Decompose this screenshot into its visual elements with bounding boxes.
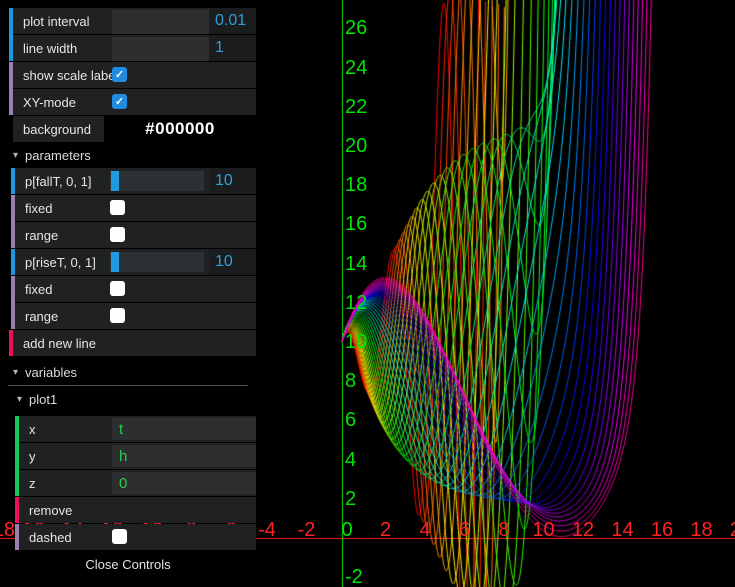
dashed-label: dashed [29,530,72,545]
riseT-range-label: range [25,309,58,324]
fallT-value[interactable]: 10 [209,168,256,194]
line-width-value[interactable]: 1 [209,35,256,61]
controls-panel: plot interval 0.01 line width 1 show sca… [0,8,256,572]
group-fallT-options: fixed range [11,195,256,248]
row-riseT[interactable]: p[riseT, 0, 1] 10 [15,249,256,275]
add-new-line-label: add new line [23,336,96,351]
riseT-slider-thumb[interactable] [111,252,119,272]
row-y-expression[interactable]: y h [19,443,256,469]
fallT-label: p[fallT, 0, 1] [25,174,91,189]
group-plot-settings: plot interval 0.01 line width 1 [9,8,256,61]
close-controls-button[interactable]: Close Controls [0,557,256,572]
plot-interval-label: plot interval [23,14,89,29]
row-fallT-fixed[interactable]: fixed [15,195,256,221]
collapse-icon-plot1[interactable]: ▾ [17,394,22,405]
group-plot1-expressions: x t y h z 0 [15,416,256,496]
z-expression-label: z [29,476,36,491]
row-z-expression[interactable]: z 0 [19,470,256,496]
remove-label: remove [29,503,72,518]
show-scale-label-label: show scale label [23,68,118,83]
y-expression-label: y [29,449,36,464]
group-display-toggles: show scale label ✓ XY-mode ✓ [9,62,256,115]
row-x-expression[interactable]: x t [19,416,256,442]
plot1-header-label: plot1 [29,392,57,407]
x-expression-input[interactable]: t [112,418,256,440]
row-xy-mode[interactable]: XY-mode ✓ [13,89,256,115]
parameters-header-label: parameters [25,148,91,163]
line-width-input[interactable] [112,37,211,61]
riseT-fixed-checkbox[interactable] [110,281,125,296]
variables-section-header[interactable]: ▾ variables [13,363,256,381]
riseT-slider[interactable] [110,252,204,272]
plot1-section-header[interactable]: ▾ plot1 [17,390,256,408]
group-riseT-slider: p[riseT, 0, 1] 10 [11,249,256,275]
parameters-section-header[interactable]: ▾ parameters [13,146,256,164]
row-fallT-range[interactable]: range [15,222,256,248]
add-new-line-button[interactable]: add new line [13,330,256,356]
group-add-new-line: add new line [9,330,256,356]
row-riseT-range[interactable]: range [15,303,256,329]
row-fallT[interactable]: p[fallT, 0, 1] 10 [15,168,256,194]
row-background[interactable]: background #000000 [13,116,256,142]
row-riseT-fixed[interactable]: fixed [15,276,256,302]
group-remove: remove [15,497,256,523]
row-show-scale-label[interactable]: show scale label ✓ [13,62,256,88]
collapse-icon-parameters[interactable]: ▾ [13,150,18,161]
collapse-icon-variables[interactable]: ▾ [13,367,18,378]
xy-mode-label: XY-mode [23,95,76,110]
fallT-slider-thumb[interactable] [111,171,119,191]
background-label: background [23,122,91,137]
z-expression-input[interactable]: 0 [112,472,256,494]
row-dashed[interactable]: dashed [19,524,256,550]
y-expression-input[interactable]: h [112,445,256,467]
fallT-fixed-label: fixed [25,201,52,216]
row-line-width[interactable]: line width 1 [13,35,256,61]
fallT-fixed-checkbox[interactable] [110,200,125,215]
x-expression-label: x [29,422,36,437]
variables-header-label: variables [25,365,77,380]
line-width-label: line width [23,41,77,56]
riseT-fixed-label: fixed [25,282,52,297]
background-color-swatch[interactable]: #000000 [104,116,256,142]
riseT-value[interactable]: 10 [209,249,256,275]
xy-mode-checkbox[interactable]: ✓ [112,94,127,109]
group-dashed: dashed [15,524,256,550]
fallT-slider[interactable] [110,171,204,191]
section-divider [8,385,248,386]
group-background: background #000000 [9,116,256,142]
show-scale-label-checkbox[interactable]: ✓ [112,67,127,82]
dashed-checkbox[interactable] [112,529,127,544]
fallT-range-label: range [25,228,58,243]
plot-interval-input[interactable] [112,10,211,34]
group-fallT-slider: p[fallT, 0, 1] 10 [11,168,256,194]
riseT-label: p[riseT, 0, 1] [25,255,96,270]
riseT-range-checkbox[interactable] [110,308,125,323]
group-riseT-options: fixed range [11,276,256,329]
fallT-range-checkbox[interactable] [110,227,125,242]
row-plot-interval[interactable]: plot interval 0.01 [13,8,256,34]
app-window: -18-16-14-12-10-8-6-4-202468101214161820… [0,0,735,587]
plot-interval-value[interactable]: 0.01 [209,8,256,34]
remove-button[interactable]: remove [19,497,256,523]
